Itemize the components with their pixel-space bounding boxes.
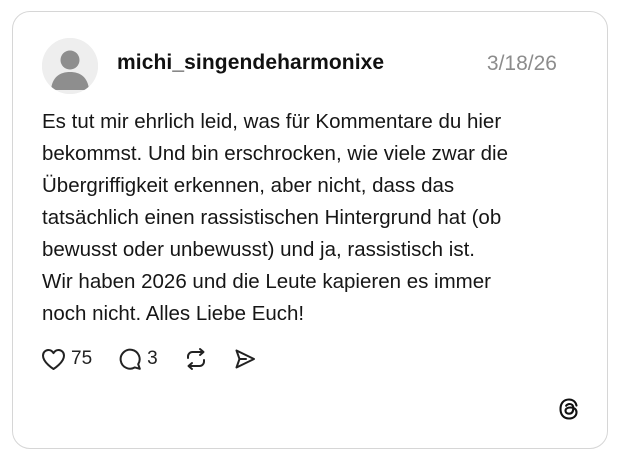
like-button[interactable]: 75 — [41, 348, 92, 371]
post-actions: 75 3 — [41, 343, 257, 375]
post-text: Es tut mir ehrlich leid, was für Komment… — [42, 110, 508, 325]
default-avatar-icon — [42, 38, 98, 94]
post-date: 3/18/26 — [486, 52, 557, 75]
repost-icon — [186, 348, 205, 370]
like-count: 75 — [71, 348, 93, 369]
avatar[interactable] — [42, 38, 98, 94]
share-button[interactable] — [233, 347, 257, 371]
repost-button[interactable] — [184, 347, 208, 371]
threads-logo-icon — [559, 398, 578, 420]
comment-bubble-icon — [119, 348, 141, 370]
post-card: michi_singendeharmonixe 3/18/26 Es tut m… — [12, 11, 608, 449]
heart-icon — [42, 348, 65, 370]
reply-count: 3 — [147, 348, 158, 369]
username[interactable]: michi_singendeharmonixe — [117, 51, 384, 75]
reply-button[interactable]: 3 — [118, 347, 158, 371]
send-icon — [235, 349, 255, 369]
